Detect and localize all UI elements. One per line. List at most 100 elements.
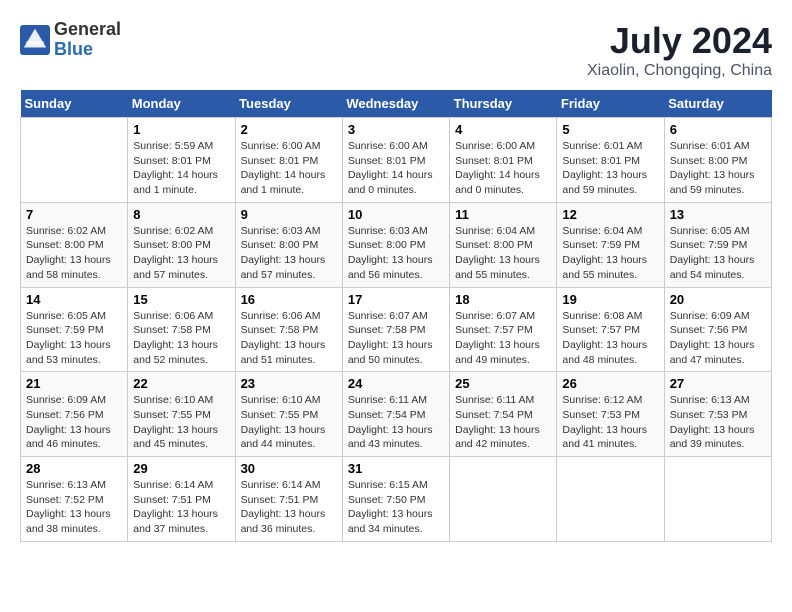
header-wednesday: Wednesday — [342, 90, 449, 118]
day-number: 16 — [241, 292, 337, 307]
day-info: Sunrise: 6:11 AM Sunset: 7:54 PM Dayligh… — [455, 393, 551, 452]
day-info: Sunrise: 6:14 AM Sunset: 7:51 PM Dayligh… — [133, 478, 229, 537]
header-sunday: Sunday — [21, 90, 128, 118]
week-row-3: 14 Sunrise: 6:05 AM Sunset: 7:59 PM Dayli… — [21, 287, 772, 372]
page-header: General Blue July 2024 Xiaolin, Chongqin… — [20, 20, 772, 80]
calendar-cell: 1 Sunrise: 5:59 AM Sunset: 8:01 PM Daylig… — [128, 118, 235, 203]
day-info: Sunrise: 6:03 AM Sunset: 8:00 PM Dayligh… — [241, 224, 337, 283]
day-number: 4 — [455, 122, 551, 137]
day-info: Sunrise: 6:04 AM Sunset: 7:59 PM Dayligh… — [562, 224, 658, 283]
calendar-cell: 31 Sunrise: 6:15 AM Sunset: 7:50 PM Dayli… — [342, 457, 449, 542]
day-info: Sunrise: 6:12 AM Sunset: 7:53 PM Dayligh… — [562, 393, 658, 452]
day-number: 31 — [348, 461, 444, 476]
calendar-cell — [21, 118, 128, 203]
day-number: 1 — [133, 122, 229, 137]
day-info: Sunrise: 6:15 AM Sunset: 7:50 PM Dayligh… — [348, 478, 444, 537]
calendar-cell: 16 Sunrise: 6:06 AM Sunset: 7:58 PM Dayli… — [235, 287, 342, 372]
day-info: Sunrise: 6:05 AM Sunset: 7:59 PM Dayligh… — [26, 309, 122, 368]
calendar-cell: 8Sunrise: 6:02 AM Sunset: 8:00 PM Daylig… — [128, 202, 235, 287]
logo-text: General Blue — [54, 20, 121, 60]
week-row-5: 28Sunrise: 6:13 AM Sunset: 7:52 PM Dayli… — [21, 457, 772, 542]
logo-icon — [20, 25, 50, 55]
calendar-cell: 21 Sunrise: 6:09 AM Sunset: 7:56 PM Dayli… — [21, 372, 128, 457]
header-thursday: Thursday — [450, 90, 557, 118]
day-info: Sunrise: 6:01 AM Sunset: 8:01 PM Dayligh… — [562, 139, 658, 198]
day-info: Sunrise: 6:07 AM Sunset: 7:58 PM Dayligh… — [348, 309, 444, 368]
calendar-cell — [557, 457, 664, 542]
day-info: Sunrise: 6:13 AM Sunset: 7:53 PM Dayligh… — [670, 393, 766, 452]
calendar-cell: 25 Sunrise: 6:11 AM Sunset: 7:54 PM Dayli… — [450, 372, 557, 457]
calendar-cell: 17 Sunrise: 6:07 AM Sunset: 7:58 PM Dayli… — [342, 287, 449, 372]
logo-general: General — [54, 20, 121, 40]
day-number: 2 — [241, 122, 337, 137]
day-number: 17 — [348, 292, 444, 307]
day-number: 10 — [348, 207, 444, 222]
day-number: 19 — [562, 292, 658, 307]
day-number: 27 — [670, 376, 766, 391]
day-info: Sunrise: 6:04 AM Sunset: 8:00 PM Dayligh… — [455, 224, 551, 283]
calendar-cell — [664, 457, 771, 542]
week-row-4: 21 Sunrise: 6:09 AM Sunset: 7:56 PM Dayli… — [21, 372, 772, 457]
calendar-cell: 14 Sunrise: 6:05 AM Sunset: 7:59 PM Dayli… — [21, 287, 128, 372]
title-area: July 2024 Xiaolin, Chongqing, China — [587, 20, 772, 80]
day-number: 18 — [455, 292, 551, 307]
header-saturday: Saturday — [664, 90, 771, 118]
calendar-title: July 2024 — [587, 20, 772, 62]
day-info: Sunrise: 6:10 AM Sunset: 7:55 PM Dayligh… — [133, 393, 229, 452]
day-info: Sunrise: 6:06 AM Sunset: 7:58 PM Dayligh… — [133, 309, 229, 368]
day-info: Sunrise: 5:59 AM Sunset: 8:01 PM Dayligh… — [133, 139, 229, 198]
week-row-1: 1 Sunrise: 5:59 AM Sunset: 8:01 PM Daylig… — [21, 118, 772, 203]
calendar-cell: 30 Sunrise: 6:14 AM Sunset: 7:51 PM Dayli… — [235, 457, 342, 542]
day-info: Sunrise: 6:02 AM Sunset: 8:00 PM Dayligh… — [133, 224, 229, 283]
calendar-cell: 22 Sunrise: 6:10 AM Sunset: 7:55 PM Dayli… — [128, 372, 235, 457]
day-info: Sunrise: 6:09 AM Sunset: 7:56 PM Dayligh… — [26, 393, 122, 452]
day-info: Sunrise: 6:11 AM Sunset: 7:54 PM Dayligh… — [348, 393, 444, 452]
day-info: Sunrise: 6:01 AM Sunset: 8:00 PM Dayligh… — [670, 139, 766, 198]
day-number: 15 — [133, 292, 229, 307]
calendar-cell — [450, 457, 557, 542]
logo-blue: Blue — [54, 40, 121, 60]
calendar-cell: 7Sunrise: 6:02 AM Sunset: 8:00 PM Daylig… — [21, 202, 128, 287]
day-info: Sunrise: 6:07 AM Sunset: 7:57 PM Dayligh… — [455, 309, 551, 368]
calendar-cell: 3Sunrise: 6:00 AM Sunset: 8:01 PM Daylig… — [342, 118, 449, 203]
day-info: Sunrise: 6:00 AM Sunset: 8:01 PM Dayligh… — [241, 139, 337, 198]
calendar-cell: 12Sunrise: 6:04 AM Sunset: 7:59 PM Dayli… — [557, 202, 664, 287]
calendar-cell: 10Sunrise: 6:03 AM Sunset: 8:00 PM Dayli… — [342, 202, 449, 287]
day-number: 24 — [348, 376, 444, 391]
weekday-header-row: SundayMondayTuesdayWednesdayThursdayFrid… — [21, 90, 772, 118]
day-info: Sunrise: 6:14 AM Sunset: 7:51 PM Dayligh… — [241, 478, 337, 537]
calendar-cell: 27 Sunrise: 6:13 AM Sunset: 7:53 PM Dayli… — [664, 372, 771, 457]
calendar-cell: 24 Sunrise: 6:11 AM Sunset: 7:54 PM Dayli… — [342, 372, 449, 457]
day-number: 25 — [455, 376, 551, 391]
calendar-cell: 2 Sunrise: 6:00 AM Sunset: 8:01 PM Daylig… — [235, 118, 342, 203]
day-number: 30 — [241, 461, 337, 476]
header-monday: Monday — [128, 90, 235, 118]
day-info: Sunrise: 6:05 AM Sunset: 7:59 PM Dayligh… — [670, 224, 766, 283]
day-number: 22 — [133, 376, 229, 391]
calendar-cell: 5 Sunrise: 6:01 AM Sunset: 8:01 PM Daylig… — [557, 118, 664, 203]
calendar-cell: 29Sunrise: 6:14 AM Sunset: 7:51 PM Dayli… — [128, 457, 235, 542]
day-info: Sunrise: 6:00 AM Sunset: 8:01 PM Dayligh… — [455, 139, 551, 198]
day-number: 5 — [562, 122, 658, 137]
calendar-cell: 19Sunrise: 6:08 AM Sunset: 7:57 PM Dayli… — [557, 287, 664, 372]
calendar-cell: 13 Sunrise: 6:05 AM Sunset: 7:59 PM Dayli… — [664, 202, 771, 287]
calendar-cell: 28Sunrise: 6:13 AM Sunset: 7:52 PM Dayli… — [21, 457, 128, 542]
day-number: 21 — [26, 376, 122, 391]
calendar-subtitle: Xiaolin, Chongqing, China — [587, 62, 772, 80]
calendar-cell: 11Sunrise: 6:04 AM Sunset: 8:00 PM Dayli… — [450, 202, 557, 287]
calendar-cell: 9Sunrise: 6:03 AM Sunset: 8:00 PM Daylig… — [235, 202, 342, 287]
calendar-cell: 20Sunrise: 6:09 AM Sunset: 7:56 PM Dayli… — [664, 287, 771, 372]
day-info: Sunrise: 6:06 AM Sunset: 7:58 PM Dayligh… — [241, 309, 337, 368]
day-number: 6 — [670, 122, 766, 137]
calendar-cell: 23Sunrise: 6:10 AM Sunset: 7:55 PM Dayli… — [235, 372, 342, 457]
day-number: 13 — [670, 207, 766, 222]
calendar-cell: 18 Sunrise: 6:07 AM Sunset: 7:57 PM Dayli… — [450, 287, 557, 372]
header-friday: Friday — [557, 90, 664, 118]
day-number: 7 — [26, 207, 122, 222]
calendar-cell: 26Sunrise: 6:12 AM Sunset: 7:53 PM Dayli… — [557, 372, 664, 457]
logo: General Blue — [20, 20, 121, 60]
header-tuesday: Tuesday — [235, 90, 342, 118]
day-number: 14 — [26, 292, 122, 307]
day-number: 3 — [348, 122, 444, 137]
calendar-table: SundayMondayTuesdayWednesdayThursdayFrid… — [20, 90, 772, 542]
